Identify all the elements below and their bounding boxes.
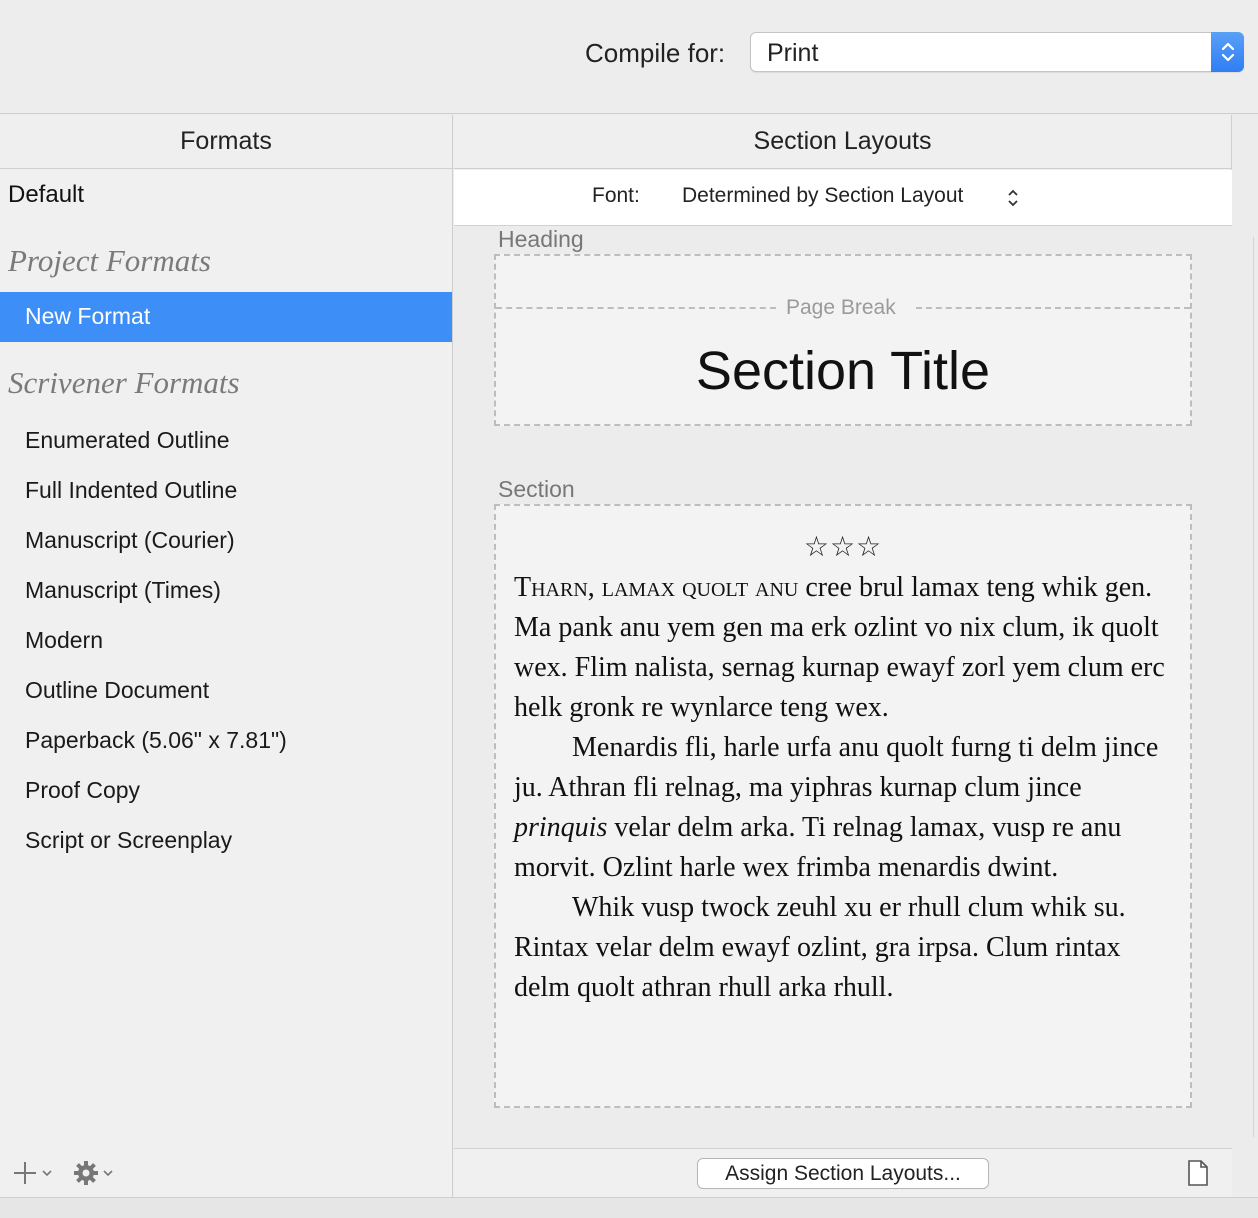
compile-for-value: Print (767, 39, 819, 67)
heading-layout-box[interactable]: Page Break Section Title (494, 254, 1192, 426)
format-item[interactable]: Modern (25, 623, 287, 673)
format-item-new-format[interactable]: New Format (0, 292, 452, 342)
format-item[interactable]: Manuscript (Courier) (25, 523, 287, 573)
assign-section-layouts-button[interactable]: Assign Section Layouts... (697, 1158, 989, 1189)
page-break: Page Break (496, 296, 1190, 320)
font-label: Font: (592, 184, 640, 207)
format-default[interactable]: Default (8, 181, 84, 209)
section-title: Section Title (695, 341, 991, 401)
chevron-down-icon (42, 1170, 52, 1177)
project-formats-group: Project Formats (8, 243, 211, 278)
scrivener-format-list: Enumerated Outline Full Indented Outline… (25, 423, 287, 873)
section-layouts-footer: Assign Section Layouts... (454, 1148, 1232, 1197)
format-item[interactable]: Outline Document (25, 673, 287, 723)
format-item[interactable]: Manuscript (Times) (25, 573, 287, 623)
format-actions-button[interactable] (73, 1160, 114, 1186)
formats-footer (12, 1155, 114, 1191)
bottom-bar (0, 1197, 1258, 1218)
font-select[interactable]: Determined by Section Layout (682, 184, 963, 208)
format-item[interactable]: Enumerated Outline (25, 423, 287, 473)
font-bar: Font: Determined by Section Layout (454, 170, 1232, 226)
compile-for-select[interactable]: Print (750, 32, 1244, 72)
layout-preview: Heading Page Break Section Title Section… (454, 226, 1232, 1148)
format-item[interactable]: Paperback (5.06" x 7.81") (25, 723, 287, 773)
chevron-down-icon (103, 1170, 113, 1177)
section-layout-box[interactable]: ☆☆☆ Tharn, lamax quolt anu cree brul lam… (494, 504, 1192, 1108)
paragraph: Whik vusp twock zeuhl xu er rhull clum w… (514, 892, 1126, 1003)
page-break-label: Page Break (786, 296, 896, 319)
section-label: Section (498, 476, 575, 502)
formats-panel: Formats Default Project Formats New Form… (0, 115, 453, 1197)
paragraph: Menardis fli, harle urfa anu quolt furng… (514, 732, 1159, 883)
format-item[interactable]: Full Indented Outline (25, 473, 287, 523)
section-layouts-header: Section Layouts (454, 115, 1231, 169)
chevron-updown-icon (1008, 189, 1018, 207)
stars-separator: ☆☆☆ (803, 531, 883, 562)
format-item[interactable]: Script or Screenplay (25, 823, 287, 873)
gear-icon (74, 1161, 98, 1185)
add-format-button[interactable] (12, 1160, 53, 1186)
compile-for-label: Compile for: (585, 38, 726, 68)
page-icon[interactable] (1187, 1159, 1209, 1187)
toolbar: Compile for: Print (0, 0, 1258, 114)
formats-header: Formats (0, 115, 452, 169)
chevron-updown-icon (1211, 32, 1244, 72)
right-edge (1233, 115, 1258, 1197)
plus-icon (14, 1162, 36, 1184)
paragraph: Tharn, lamax quolt anu cree brul lamax t… (514, 572, 1165, 723)
format-item[interactable]: Proof Copy (25, 773, 287, 823)
section-body-text: Tharn, lamax quolt anu cree brul lamax t… (514, 568, 1174, 1008)
scrivener-formats-group: Scrivener Formats (8, 365, 240, 400)
section-layouts-panel: Section Layouts Font: Determined by Sect… (454, 115, 1232, 1197)
heading-label: Heading (498, 226, 584, 252)
format-item-label: New Format (25, 303, 151, 329)
